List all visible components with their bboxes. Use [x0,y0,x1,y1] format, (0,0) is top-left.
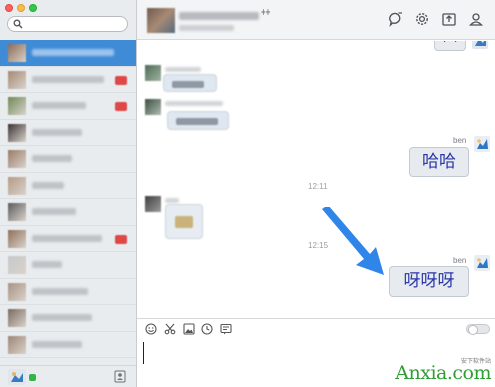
conversation-name [32,128,82,136]
conversation-avatar [8,282,26,301]
message-text: 哈哈 [422,152,456,171]
annotation-arrow-icon [322,207,384,275]
minimize-window-button[interactable] [17,4,25,12]
conversation-name [32,75,104,83]
conversation-item[interactable] [0,305,136,332]
conversation-avatar [8,150,26,168]
chat-avatar[interactable] [147,8,175,33]
chat-title-mark: ǂǂ [261,8,271,17]
search-box[interactable] [7,16,128,32]
clock-icon[interactable] [201,323,213,335]
conversation-avatar [8,123,26,142]
conversation-name [32,49,114,56]
conversation-item[interactable] [0,40,136,67]
person-icon[interactable] [468,11,484,27]
sender-name [165,101,223,106]
sender-name [165,198,179,203]
history-icon[interactable] [220,323,232,335]
online-status-indicator[interactable] [29,374,36,381]
contact-avatar[interactable] [145,65,161,81]
share-icon[interactable] [441,11,457,27]
conversation-item[interactable] [0,67,136,93]
contact-avatar[interactable] [145,99,161,115]
watermark-text: Anxia.com [395,362,491,384]
conversation-name [32,208,76,215]
scissors-icon[interactable] [164,323,176,335]
avatar-ben[interactable] [474,255,490,271]
input-toolbar [137,318,495,338]
conversation-item[interactable] [0,199,136,226]
image-message[interactable] [165,204,203,239]
chat-title [179,12,259,20]
conversation-avatar [8,335,26,354]
conversation-item[interactable] [0,93,136,120]
message-bubble[interactable] [167,111,229,130]
message-bubble[interactable] [163,74,217,92]
text-caret [143,342,144,364]
message-text: 呀呀呀 [403,271,455,290]
my-avatar[interactable] [8,369,26,385]
conversation-item[interactable] [0,173,136,199]
contact-avatar[interactable] [145,196,161,212]
avatar-ben[interactable] [474,136,490,152]
sender-name-ben: ben [453,136,467,145]
conversation-item[interactable] [0,332,136,358]
conversation-avatar [8,229,26,248]
message-bubble-outgoing[interactable]: 哈哈 [409,147,469,177]
search-input[interactable] [25,18,123,30]
message-area[interactable]: 穴 ben 哈哈 12:11 12:15 ben 呀呀呀 [137,41,495,318]
conversation-name [32,340,82,348]
message-text: 穴 [443,41,457,44]
conversation-avatar [8,203,26,221]
chat-bubble-icon[interactable] [388,11,404,27]
conversation-avatar [8,176,26,195]
sender-name [165,67,201,72]
sidebar [0,0,137,387]
conversation-name [32,287,88,295]
zoom-window-button[interactable] [29,4,37,12]
window-controls [5,4,37,12]
close-window-button[interactable] [5,4,13,12]
chat-header: ǂǂ [137,0,495,40]
conversation-name [32,181,64,189]
conversation-name [32,314,92,321]
chat-subtitle [179,25,234,31]
conversation-name [32,155,72,162]
unread-badge [115,102,127,111]
conversation-item[interactable] [0,279,136,305]
watermark-logo: 安下软件站 Anxia.com [395,359,491,384]
gear-icon[interactable] [414,11,430,27]
watermark-subtext: 安下软件站 [460,359,491,365]
avatar-ben-partial[interactable] [472,41,488,49]
conversation-name [32,261,62,268]
conversation-avatar [8,44,26,62]
send-mode-toggle[interactable] [466,324,490,335]
conversation-item[interactable] [0,146,136,173]
conversation-name [32,234,102,242]
conversation-avatar [8,70,26,89]
conversation-avatar [8,309,26,327]
search-icon [13,19,23,29]
conversation-avatar [8,256,26,274]
conversation-avatar [8,97,26,115]
sender-name-ben: ben [453,256,467,265]
image-icon[interactable] [183,323,195,335]
emoji-icon[interactable] [145,323,157,335]
conversation-item[interactable] [0,120,136,146]
unread-badge [115,75,127,85]
sidebar-footer [0,365,136,387]
message-bubble-partial[interactable]: 穴 [434,41,466,51]
unread-badge [115,234,127,244]
timestamp: 12:11 [308,182,328,191]
contacts-icon[interactable] [114,370,126,383]
conversation-item[interactable] [0,226,136,252]
conversation-name [32,102,86,109]
conversation-list [0,40,136,358]
message-bubble-outgoing[interactable]: 呀呀呀 [389,266,469,297]
conversation-item[interactable] [0,252,136,279]
